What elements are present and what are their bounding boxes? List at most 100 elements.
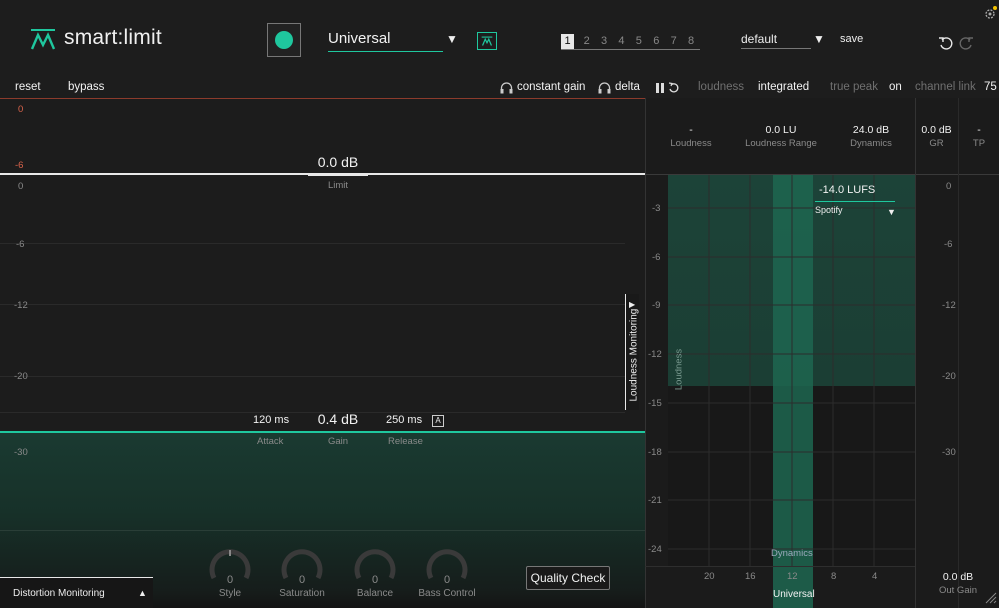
redo-icon[interactable] [958, 35, 974, 51]
save-button[interactable]: save [840, 33, 863, 45]
gain-label: Gain [327, 436, 349, 447]
meter-scale-label: -12 [942, 300, 956, 311]
gain-reduction-label: GR [929, 138, 944, 149]
settings-gear-icon[interactable] [983, 6, 997, 20]
app-logo-text: smart:limit [64, 26, 162, 49]
scale-label: -30 [14, 447, 28, 458]
x-tick-label: 8 [831, 571, 837, 582]
attack-value[interactable]: 120 ms [253, 414, 289, 426]
target-platform-select[interactable]: Spotify [815, 205, 895, 215]
slot-4[interactable]: 4 [613, 34, 630, 49]
slot-2[interactable]: 2 [578, 34, 595, 49]
x-tick-label: 20 [704, 571, 715, 582]
release-value[interactable]: 250 ms [386, 414, 422, 426]
reset-meter-icon[interactable] [668, 82, 680, 94]
channel-link-label: channel link [915, 81, 976, 93]
grid-line [0, 530, 645, 531]
headphones-icon[interactable] [598, 82, 611, 94]
snapshot-slots: 1 2 3 4 5 6 7 8 [561, 34, 700, 50]
clip-scale-label: 0 [18, 104, 24, 115]
true-peak-toggle[interactable]: on [889, 81, 902, 93]
scale-label: -12 [14, 300, 28, 311]
loudness-range-value: 0.0 LU [765, 124, 797, 136]
x-tick-label: 4 [872, 571, 878, 582]
channel-link-value[interactable]: 75 [984, 81, 997, 93]
headphones-icon[interactable] [500, 82, 513, 94]
scale-label: -20 [14, 371, 28, 382]
loudness-stat-value: - [689, 124, 693, 136]
loudness-mode-select[interactable]: integrated [758, 81, 809, 93]
y-tick-label: -18 [648, 447, 662, 458]
attack-label: Attack [257, 436, 284, 447]
true-peak-value: - [977, 124, 981, 136]
pause-icon[interactable] [656, 83, 664, 93]
profile-band-label: Universal [773, 589, 815, 600]
loudness-stat-label: Loudness [670, 138, 712, 149]
out-gain-label: Out Gain [938, 585, 978, 596]
knob-label: Bass Control [418, 588, 476, 599]
out-gain-value[interactable]: 0.0 dB [936, 571, 980, 583]
slot-8[interactable]: 8 [682, 34, 699, 49]
limit-label: Limit [327, 180, 349, 191]
loudness-monitoring-label: Loudness Monitoring [628, 308, 640, 402]
true-peak-stat-label: TP [972, 138, 986, 149]
slot-1[interactable]: 1 [561, 34, 574, 49]
preset-select[interactable]: default [741, 32, 811, 49]
knob-value: 0 [371, 574, 379, 586]
toolbar: reset bypass constant gain delta loudnes… [0, 78, 999, 99]
bypass-button[interactable]: bypass [68, 81, 104, 93]
grid-line [0, 304, 625, 305]
logo-icon [30, 29, 56, 50]
y-tick-label: -21 [648, 495, 662, 506]
release-label: Release [388, 436, 423, 447]
slot-6[interactable]: 6 [648, 34, 665, 49]
record-button[interactable] [267, 23, 301, 57]
scale-label: 0 [18, 181, 24, 192]
limit-value[interactable]: 0.0 dB [308, 154, 368, 176]
grid-line [0, 376, 625, 377]
header: smart:limit Universal ▼ 1 2 3 4 5 6 7 8 … [0, 0, 999, 78]
release-auto-toggle[interactable]: A [432, 415, 444, 427]
profile-dropdown-arrow-icon[interactable]: ▼ [446, 32, 458, 46]
target-loudness-value[interactable]: -14.0 LUFS [815, 184, 895, 202]
meter-scale-label: -20 [942, 371, 956, 382]
slot-7[interactable]: 7 [665, 34, 682, 49]
preset-dropdown-arrow-icon[interactable]: ▼ [813, 32, 825, 46]
clip-scale-label: -6 [15, 160, 24, 171]
quality-check-button[interactable]: Quality Check [526, 566, 610, 590]
expand-arrow-icon: ▲ [138, 588, 147, 598]
slot-5[interactable]: 5 [630, 34, 647, 49]
gain-value[interactable]: 0.4 dB [308, 411, 368, 433]
distortion-monitoring-tab[interactable]: Distortion Monitoring ▲ [0, 577, 153, 608]
y-tick-label: -3 [652, 203, 661, 214]
loudness-monitoring-tab[interactable]: Loudness Monitoring ▶ [625, 294, 640, 410]
meter-scale-label: -30 [942, 447, 956, 458]
undo-icon[interactable] [938, 35, 954, 51]
distortion-monitoring-label: Distortion Monitoring [13, 588, 105, 599]
profile-icon[interactable] [477, 32, 497, 50]
divider [645, 566, 915, 567]
x-tick-label: 16 [745, 571, 756, 582]
y-tick-label: -15 [648, 398, 662, 409]
loudness-label: loudness [698, 81, 745, 93]
knob-value: 0 [298, 574, 306, 586]
y-tick-label: -9 [652, 300, 661, 311]
delta-toggle[interactable]: delta [615, 81, 640, 93]
y-tick-label: -12 [648, 349, 662, 360]
gain-reduction-value: 0.0 dB [921, 124, 952, 136]
slot-3[interactable]: 3 [595, 34, 612, 49]
constant-gain-toggle[interactable]: constant gain [517, 81, 585, 93]
loudness-range-label: Loudness Range [745, 138, 817, 149]
target-platform-arrow-icon[interactable]: ▼ [887, 207, 896, 217]
divider [958, 98, 959, 608]
dynamics-value: 24.0 dB [852, 124, 890, 136]
meter-scale-label: -6 [944, 239, 953, 250]
resize-handle-icon[interactable] [983, 590, 997, 604]
knob-value: 0 [226, 574, 234, 586]
reset-button[interactable]: reset [15, 81, 41, 93]
grid-line [0, 243, 625, 244]
y-tick-label: -6 [652, 252, 661, 263]
dynamics-axis-label: Dynamics [771, 548, 813, 559]
true-peak-label: true peak [830, 81, 878, 93]
profile-select[interactable]: Universal [328, 30, 443, 52]
